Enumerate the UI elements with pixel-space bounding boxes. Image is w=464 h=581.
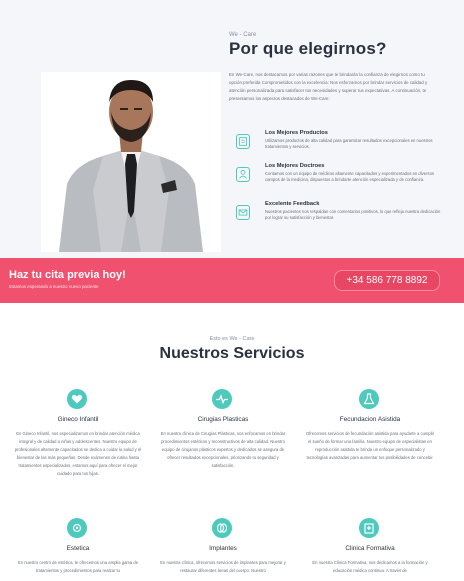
section-kicker: Esto es We - Care [209, 336, 255, 342]
section-description: En We-Care, nos destacamos por varias ra… [229, 72, 428, 101]
section-kicker: We - Care [229, 32, 257, 38]
service-description: En nuestra clínica de Cirugías Plásticas… [160, 431, 286, 468]
envelope-icon [236, 205, 250, 220]
banner-title: Haz tu cita previa hoy! [9, 269, 126, 281]
service-name: Gineco Infantil [57, 416, 99, 423]
service-name: Estetica [66, 545, 90, 552]
services-section: Esto es We - Care Nuestros Servicios Gin… [0, 303, 464, 581]
service-description: En Gineco Infantil, nos especializamos e… [14, 431, 142, 476]
doctor-photo [41, 72, 221, 252]
service-name: Cirugias Plasticas [197, 416, 249, 423]
section-title: Nuestros Servicios [159, 345, 305, 362]
feature-title: Los Mejores Productos [265, 130, 328, 136]
pulse-icon [212, 389, 232, 409]
service-name: Implantes [209, 545, 237, 552]
sparkle-icon [67, 518, 87, 538]
clinic-icon [359, 518, 379, 538]
feature-title: Los Mejores Doctroes [265, 163, 325, 169]
phone-call-button[interactable]: +34 586 778 8892 [334, 270, 440, 291]
why-choose-us-section: We - Care Por que elegirnos? En We-Care,… [0, 0, 464, 258]
feature-description: Nuestros pacientes nos respaldan con com… [265, 209, 441, 221]
service-description: En nuestra clínica, ofrecemos servicios … [160, 560, 286, 573]
document-icon [236, 134, 250, 149]
service-description: En nuestra Clínica Formativa, nos dedica… [312, 560, 428, 573]
feature-title: Excelente Feedback [265, 201, 320, 207]
service-name: Fecundacion Asistida [339, 416, 401, 423]
feature-description: Utilizamos productos de alta calidad par… [265, 138, 433, 150]
section-title: Por que elegirnos? [229, 39, 387, 58]
doctor-icon [236, 167, 250, 182]
doctor-portrait-image [41, 72, 221, 252]
heart-icon [67, 389, 87, 409]
appointment-banner: Haz tu cita previa hoy! Estamos esperand… [0, 258, 464, 303]
service-name: Clinica Formativa [345, 545, 395, 552]
service-description: En nuestro centro de estética, te ofrece… [17, 560, 139, 573]
service-description: Ofrecemos servicios de fecundación asist… [305, 431, 434, 460]
banner-subtitle: Estamos esperando a nuestro nuevo pacien… [9, 284, 99, 289]
implant-icon [212, 518, 232, 538]
feature-description: Contamos con un equipo de médicos altame… [265, 171, 434, 183]
flask-icon [359, 389, 379, 409]
